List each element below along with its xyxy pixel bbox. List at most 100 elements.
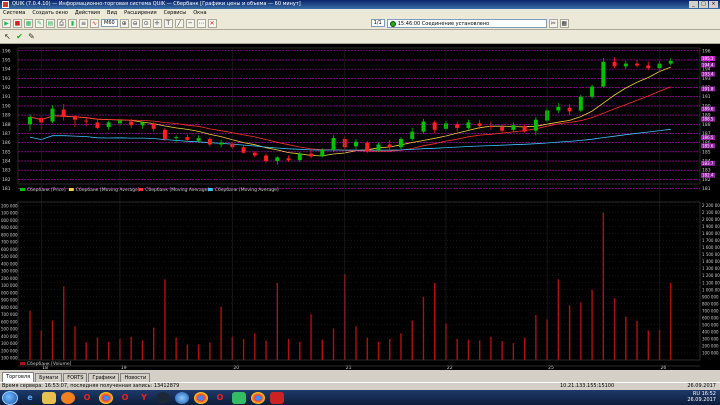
chrome-icon[interactable]: [194, 391, 208, 404]
edit-icon[interactable]: ✎: [27, 32, 36, 41]
volume-tick-label-left: 600 000: [1, 247, 18, 252]
line-icon[interactable]: ∿: [90, 18, 99, 28]
interval-select[interactable]: M60: [101, 19, 118, 27]
draw-line-icon[interactable]: ╱: [174, 18, 184, 28]
close-button[interactable]: ×: [709, 1, 718, 8]
disconnect-icon[interactable]: ■: [13, 18, 22, 28]
steam-icon[interactable]: [156, 391, 170, 404]
candle-body: [477, 123, 482, 127]
candle-body: [590, 86, 595, 97]
minimize-button[interactable]: _: [689, 1, 698, 8]
candle-body: [320, 150, 325, 157]
price-legend-item: Сбербанк [Moving Average]: [76, 187, 140, 193]
volume-tick-label-right: 1 100 000: [702, 280, 720, 285]
check-icon[interactable]: ✔: [15, 32, 24, 41]
globe-icon[interactable]: [175, 391, 189, 404]
hline-icon[interactable]: ─: [185, 18, 195, 28]
print-icon[interactable]: ⎙: [57, 18, 66, 28]
opera-icon[interactable]: O: [213, 392, 227, 404]
candle-body: [354, 141, 358, 147]
media-icon[interactable]: [61, 391, 75, 404]
chart-icon[interactable]: ▤: [46, 18, 55, 28]
volume-tick-label-right: 2 100 000: [702, 210, 720, 215]
candle-body: [61, 109, 66, 117]
lock-icon[interactable]: ✂: [548, 18, 558, 28]
maximize-button[interactable]: □: [699, 1, 708, 8]
delete-icon[interactable]: ✕: [207, 18, 217, 28]
price-volume-chart[interactable]: 1961961951951941941931931921921911911901…: [0, 44, 720, 371]
zoom-out-icon[interactable]: ⊖: [130, 18, 140, 28]
opera-icon[interactable]: O: [118, 392, 132, 404]
fit-icon[interactable]: ⊙: [141, 18, 151, 28]
bars-icon[interactable]: ≡: [79, 18, 88, 28]
candle-body: [84, 120, 89, 122]
price-tick-label-left: 182: [2, 177, 11, 183]
legend-swatch: [138, 188, 144, 191]
opera-icon[interactable]: O: [80, 392, 94, 404]
folder-icon[interactable]: [42, 391, 56, 404]
menu-extensions[interactable]: Расширения: [124, 9, 156, 17]
candle-body: [567, 107, 572, 112]
chart-window[interactable]: 1961961951951941941931931921921911911901…: [0, 44, 720, 371]
candle-body: [196, 138, 201, 141]
chrome-icon[interactable]: [99, 391, 113, 404]
table-icon[interactable]: ▦: [24, 18, 33, 28]
volume-tick-label-right: 1 400 000: [702, 259, 720, 264]
ie-icon[interactable]: e: [23, 392, 37, 404]
menu-create-window[interactable]: Создать окно: [32, 9, 68, 17]
tab-forts[interactable]: FORTS: [63, 373, 88, 382]
price-tick-label-left: 181: [2, 186, 11, 192]
tab-charts[interactable]: Графики: [88, 373, 120, 382]
price-marker-label: 191.8: [702, 86, 714, 91]
taskbar: e O O Y O RU 16:52 26.09.2017: [0, 390, 720, 405]
volume-tick-label-right: 500 000: [702, 322, 719, 327]
zoom-in-icon[interactable]: ⊕: [119, 18, 129, 28]
arrow-icon[interactable]: ↖: [3, 32, 12, 41]
tab-securities[interactable]: Бумаги: [35, 373, 63, 382]
candle-body: [50, 108, 55, 122]
price-tick-label-left: 196: [2, 48, 11, 54]
fibo-icon[interactable]: ⋯: [196, 18, 206, 28]
candle-body: [106, 122, 111, 128]
tray-date: 26.09.2017: [687, 397, 716, 403]
candle-body: [331, 138, 336, 150]
price-tick-label-right: 188: [702, 122, 711, 128]
volume-tick-label-right: 600 000: [702, 315, 719, 320]
price-marker-label: 193.4: [702, 72, 714, 77]
app-icon[interactable]: [232, 391, 246, 404]
connect-icon[interactable]: ▶: [2, 18, 11, 28]
yandex-icon[interactable]: Y: [137, 392, 151, 404]
volume-tick-label-right: 1 000 000: [702, 287, 720, 292]
volume-tick-label-left: 100 000: [1, 211, 18, 216]
menu-actions[interactable]: Действия: [75, 9, 100, 17]
volume-tick-label-right: 2 200 000: [702, 203, 720, 208]
volume-tick-label-right: 900 000: [702, 294, 719, 299]
start-button[interactable]: [2, 390, 18, 405]
text-icon[interactable]: T: [163, 18, 173, 28]
volume-tick-label-left: 700 000: [1, 312, 18, 317]
candle-body: [309, 153, 314, 157]
price-marker-label: 188.5: [702, 117, 714, 122]
candle-body: [376, 144, 381, 150]
tab-trading[interactable]: Торговля: [2, 372, 35, 382]
candles-icon[interactable]: ▮: [68, 18, 77, 28]
tab-news[interactable]: Новости: [120, 373, 151, 382]
candle-body: [556, 106, 561, 111]
quik-icon[interactable]: [270, 391, 284, 404]
system-tray: RU 16:52 26.09.2017: [687, 391, 716, 403]
candle-body: [500, 127, 505, 131]
volume-panel-frame: [17, 201, 701, 361]
candle-body: [365, 142, 370, 151]
status-left: Время сервера: 16:53:07, последняя получ…: [2, 383, 180, 389]
grid-icon[interactable]: ▦: [559, 18, 569, 28]
menu-services[interactable]: Сервисы: [164, 9, 187, 17]
menu-view[interactable]: Вид: [107, 9, 117, 17]
price-legend-item: Сбербанк [Moving Average]: [145, 187, 209, 193]
candle-body: [252, 152, 257, 156]
menu-system[interactable]: Система: [3, 9, 25, 17]
title-bar: QUIK (7.0.4.10) — Информационно-торговая…: [0, 0, 720, 9]
order-icon[interactable]: ✎: [35, 18, 44, 28]
menu-windows[interactable]: Окна: [193, 9, 206, 17]
crosshair-icon[interactable]: ✛: [152, 18, 162, 28]
chrome-icon[interactable]: [251, 391, 265, 404]
